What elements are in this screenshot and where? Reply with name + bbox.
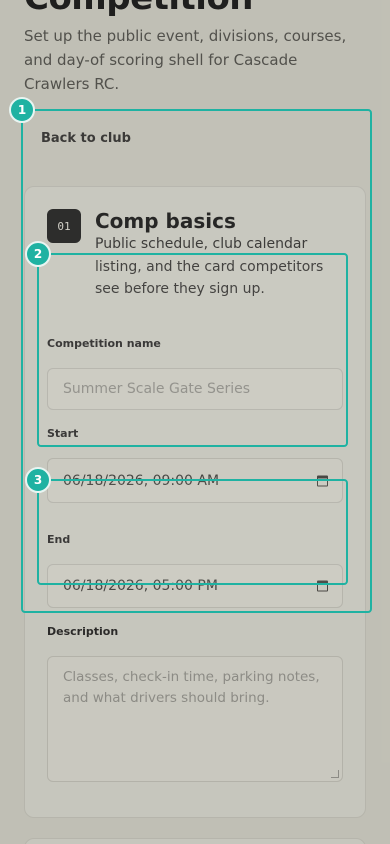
description-label: Description (47, 625, 119, 638)
resize-grip-icon[interactable] (331, 770, 339, 778)
next-section-card (24, 838, 366, 844)
description-textarea[interactable]: Classes, check-in time, parking notes, a… (47, 656, 343, 782)
annotation-badge-3: 3 (25, 467, 51, 493)
page-title: Competition (24, 0, 254, 18)
annotation-box-2 (37, 253, 348, 447)
page-intro: Set up the public event, divisions, cour… (24, 27, 347, 93)
annotation-box-3 (37, 479, 348, 585)
description-placeholder: Classes, check-in time, parking notes, a… (63, 669, 320, 706)
annotation-badge-1: 1 (9, 97, 35, 123)
annotation-badge-2: 2 (25, 241, 51, 267)
